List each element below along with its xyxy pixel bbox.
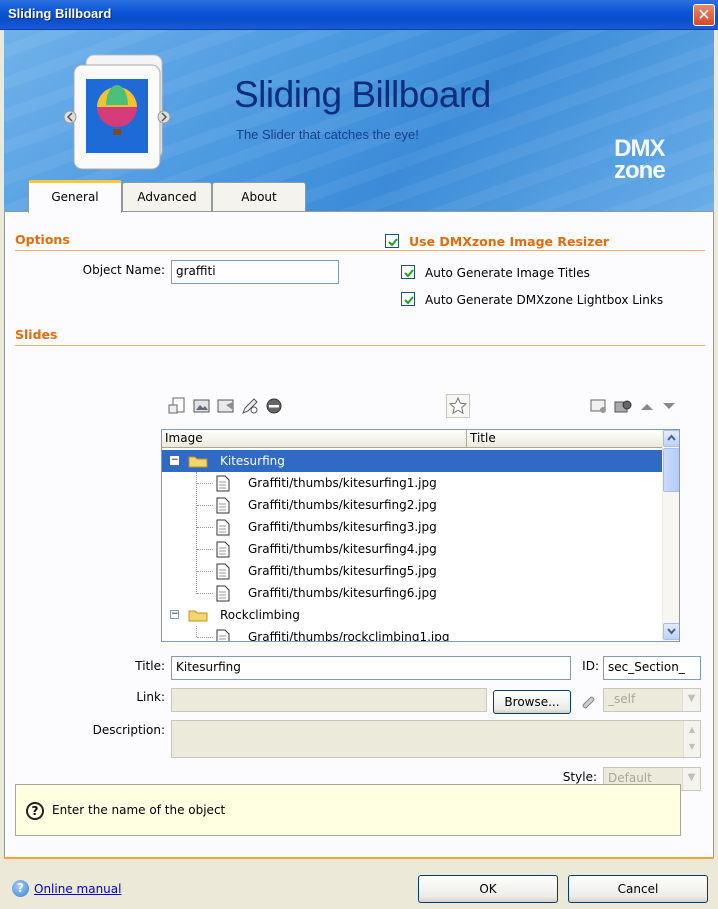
tree-header: Image Title <box>162 430 662 448</box>
chevron-down-icon: ▼ <box>682 768 700 790</box>
window-title: Sliding Billboard <box>8 6 112 21</box>
tab-general[interactable]: General <box>28 180 122 213</box>
cancel-button[interactable]: Cancel <box>568 875 708 903</box>
auto-titles-label[interactable]: Auto Generate Image Titles <box>425 266 590 280</box>
add-image-icon[interactable] <box>192 396 212 416</box>
id-input[interactable]: sec_Section_ <box>603 656 701 680</box>
settings-icon[interactable] <box>613 396 633 416</box>
dialog-client: Sliding Billboard The Slider that catche… <box>4 30 714 909</box>
file-icon <box>216 541 230 558</box>
slides-tree[interactable]: Image Title − Kitesurfing Graffiti/thumb… <box>161 429 680 642</box>
options-section-title: Options <box>15 232 70 247</box>
tree-file-row[interactable]: Graffiti/thumbs/kitesurfing1.jpg <box>162 472 662 494</box>
check-icon <box>404 296 414 305</box>
description-scrollbar[interactable]: ▲ ▼ <box>683 721 700 757</box>
collapse-icon[interactable]: − <box>170 610 179 619</box>
online-manual-link[interactable]: Online manual <box>34 882 121 896</box>
folder-icon <box>188 456 208 468</box>
description-label: Description: <box>92 723 165 737</box>
tree-file-row[interactable]: Graffiti/thumbs/kitesurfing5.jpg <box>162 560 662 582</box>
help-box: ? Enter the name of the object <box>15 784 681 836</box>
edit-pencil-icon[interactable] <box>240 396 260 416</box>
auto-lightbox-checkbox[interactable] <box>401 292 415 306</box>
style-label: Style: <box>562 770 597 784</box>
tree-file-row[interactable]: Graffiti/thumbs/rockclimbing1.jpg <box>162 626 662 641</box>
collapse-icon[interactable]: − <box>170 456 179 465</box>
browse-button[interactable]: Browse... <box>493 690 571 714</box>
check-icon <box>404 269 414 278</box>
id-label: ID: <box>582 659 599 673</box>
move-up-icon[interactable] <box>637 396 657 416</box>
title-input[interactable]: Kitesurfing <box>171 656 571 680</box>
scroll-up-icon[interactable] <box>663 430 679 447</box>
title-bar[interactable]: Sliding Billboard ✕ <box>0 0 718 30</box>
auto-lightbox-label[interactable]: Auto Generate DMXzone Lightbox Links <box>425 293 663 307</box>
tree-file-row[interactable]: Graffiti/thumbs/kitesurfing3.jpg <box>162 516 662 538</box>
chevron-down-icon: ▼ <box>682 689 700 711</box>
close-icon[interactable]: ✕ <box>693 4 715 26</box>
tab-about[interactable]: About <box>212 182 306 211</box>
move-down-icon[interactable] <box>659 396 679 416</box>
link-target-icon <box>582 696 595 709</box>
help-text: Enter the name of the object <box>52 803 226 817</box>
dialog-window: Sliding Billboard ✕ Sliding Billboard Th… <box>0 0 718 909</box>
slides-section-title: Slides <box>15 327 58 342</box>
use-resizer-label[interactable]: Use DMXzone Image Resizer <box>409 234 609 249</box>
question-icon: ? <box>26 802 44 820</box>
tab-advanced[interactable]: Advanced <box>122 182 212 211</box>
use-resizer-checkbox[interactable] <box>385 234 399 248</box>
auto-titles-checkbox[interactable] <box>401 265 415 279</box>
description-textarea[interactable]: ▲ ▼ <box>171 720 701 758</box>
link-label: Link: <box>136 690 165 704</box>
file-icon <box>216 563 230 580</box>
check-icon <box>388 238 398 247</box>
banner-subtitle: The Slider that catches the eye! <box>236 127 419 142</box>
scroll-thumb[interactable] <box>663 448 679 492</box>
link-input[interactable] <box>171 688 487 712</box>
column-header-title[interactable]: Title <box>467 430 662 448</box>
object-name-label: Object Name: <box>82 263 165 277</box>
tree-folder-row[interactable]: − Kitesurfing <box>162 450 662 472</box>
file-icon <box>216 629 230 641</box>
file-icon <box>216 585 230 602</box>
banner-title: Sliding Billboard <box>234 74 491 115</box>
file-icon <box>216 475 230 492</box>
ok-button[interactable]: OK <box>418 875 558 903</box>
target-select[interactable]: _self ▼ <box>603 688 701 712</box>
folder-icon <box>188 610 208 622</box>
dmxzone-logo: DMX zone <box>614 135 666 184</box>
balloon-app-icon <box>64 54 171 170</box>
tree-file-row[interactable]: Graffiti/thumbs/kitesurfing4.jpg <box>162 538 662 560</box>
remove-icon[interactable] <box>264 396 284 416</box>
favorite-button[interactable] <box>446 394 470 418</box>
add-folder-image-icon[interactable] <box>216 396 236 416</box>
general-panel: Options Object Name: graffiti Use DMXzon… <box>4 211 714 859</box>
tree-folder-row[interactable]: − Rockclimbing <box>162 604 662 626</box>
file-icon <box>216 497 230 514</box>
image-properties-icon[interactable] <box>589 396 609 416</box>
column-header-image[interactable]: Image <box>162 430 467 448</box>
scroll-down-icon[interactable] <box>663 623 679 640</box>
file-icon <box>216 519 230 536</box>
tree-file-row[interactable]: Graffiti/thumbs/kitesurfing6.jpg <box>162 582 662 604</box>
add-slide-icon[interactable] <box>167 396 187 416</box>
title-label: Title: <box>135 659 165 673</box>
tree-file-row[interactable]: Graffiti/thumbs/kitesurfing2.jpg <box>162 494 662 516</box>
object-name-input[interactable]: graffiti <box>171 260 339 284</box>
help-icon[interactable]: ? <box>12 880 29 897</box>
star-icon <box>448 396 468 415</box>
tree-scrollbar[interactable] <box>662 430 679 641</box>
